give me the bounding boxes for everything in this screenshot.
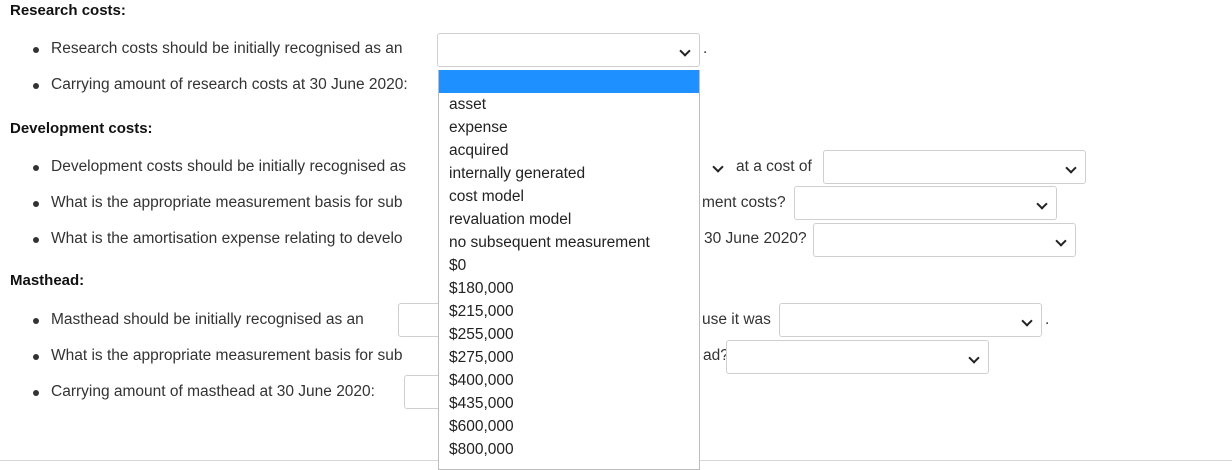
masthead-q1-period: . (1045, 311, 1050, 328)
masthead-q2-text: What is the appropriate measurement basi… (51, 347, 403, 364)
chevron-down-icon (712, 161, 724, 173)
bullet (33, 354, 39, 360)
development-q2-tail: ment costs? (702, 194, 786, 211)
bullet (33, 47, 39, 53)
dropdown-option[interactable]: $0 (439, 254, 699, 277)
research-recognition-select[interactable] (437, 33, 700, 67)
dropdown-option-selected-blank[interactable] (439, 70, 699, 93)
dropdown-option[interactable]: expense (439, 116, 699, 139)
dropdown-option[interactable]: asset (439, 93, 699, 116)
research-heading: Research costs: (10, 2, 126, 19)
dropdown-option[interactable]: $180,000 (439, 277, 699, 300)
development-q3-text: What is the amortisation expense relatin… (51, 230, 403, 247)
development-q1-text: Development costs should be initially re… (51, 158, 406, 175)
masthead-measurement-select[interactable] (726, 340, 989, 374)
research-q2-text: Carrying amount of research costs at 30 … (51, 76, 408, 93)
bullet (33, 318, 39, 324)
bullet (33, 165, 39, 171)
dropdown-option[interactable]: revaluation model (439, 208, 699, 231)
dropdown-option[interactable]: acquired (439, 139, 699, 162)
masthead-q1-text: Masthead should be initially recognised … (51, 311, 364, 328)
development-amortisation-select[interactable] (813, 223, 1076, 257)
chevron-down-icon (1036, 198, 1048, 210)
development-q2-text: What is the appropriate measurement basi… (51, 194, 403, 211)
development-q1-mid: at a cost of (736, 158, 812, 175)
dropdown-option[interactable]: $255,000 (439, 323, 699, 346)
dropdown-option[interactable]: no subsequent measurement (439, 231, 699, 254)
masthead-q3-text: Carrying amount of masthead at 30 June 2… (51, 383, 375, 400)
dropdown-option[interactable]: cost model (439, 185, 699, 208)
bullet (33, 237, 39, 243)
masthead-reason-select[interactable] (779, 303, 1042, 337)
masthead-q1-mid: use it was (702, 311, 771, 328)
bullet (33, 83, 39, 89)
masthead-q2-tail: ad? (703, 347, 729, 364)
dropdown-option[interactable]: $400,000 (439, 369, 699, 392)
dropdown-option[interactable]: $275,000 (439, 346, 699, 369)
chevron-down-icon (1021, 315, 1033, 327)
bullet (33, 390, 39, 396)
chevron-down-icon (1055, 235, 1067, 247)
chevron-down-icon (968, 352, 980, 364)
dropdown-list[interactable]: asset expense acquired internally genera… (438, 70, 700, 470)
dropdown-option[interactable]: $215,000 (439, 300, 699, 323)
development-heading: Development costs: (10, 120, 153, 137)
dropdown-option[interactable]: $435,000 (439, 392, 699, 415)
dropdown-option[interactable]: $800,000 (439, 438, 699, 461)
chevron-down-icon (679, 45, 691, 57)
dropdown-option[interactable]: internally generated (439, 162, 699, 185)
development-q3-tail: 30 June 2020? (704, 230, 807, 247)
research-q1-period: . (703, 40, 708, 57)
development-cost-select[interactable] (823, 150, 1086, 184)
bullet (33, 201, 39, 207)
masthead-heading: Masthead: (10, 272, 85, 289)
dropdown-option[interactable]: $600,000 (439, 415, 699, 438)
development-measurement-select[interactable] (794, 186, 1057, 220)
chevron-down-icon (1065, 162, 1077, 174)
research-q1-text: Research costs should be initially recog… (51, 40, 403, 57)
